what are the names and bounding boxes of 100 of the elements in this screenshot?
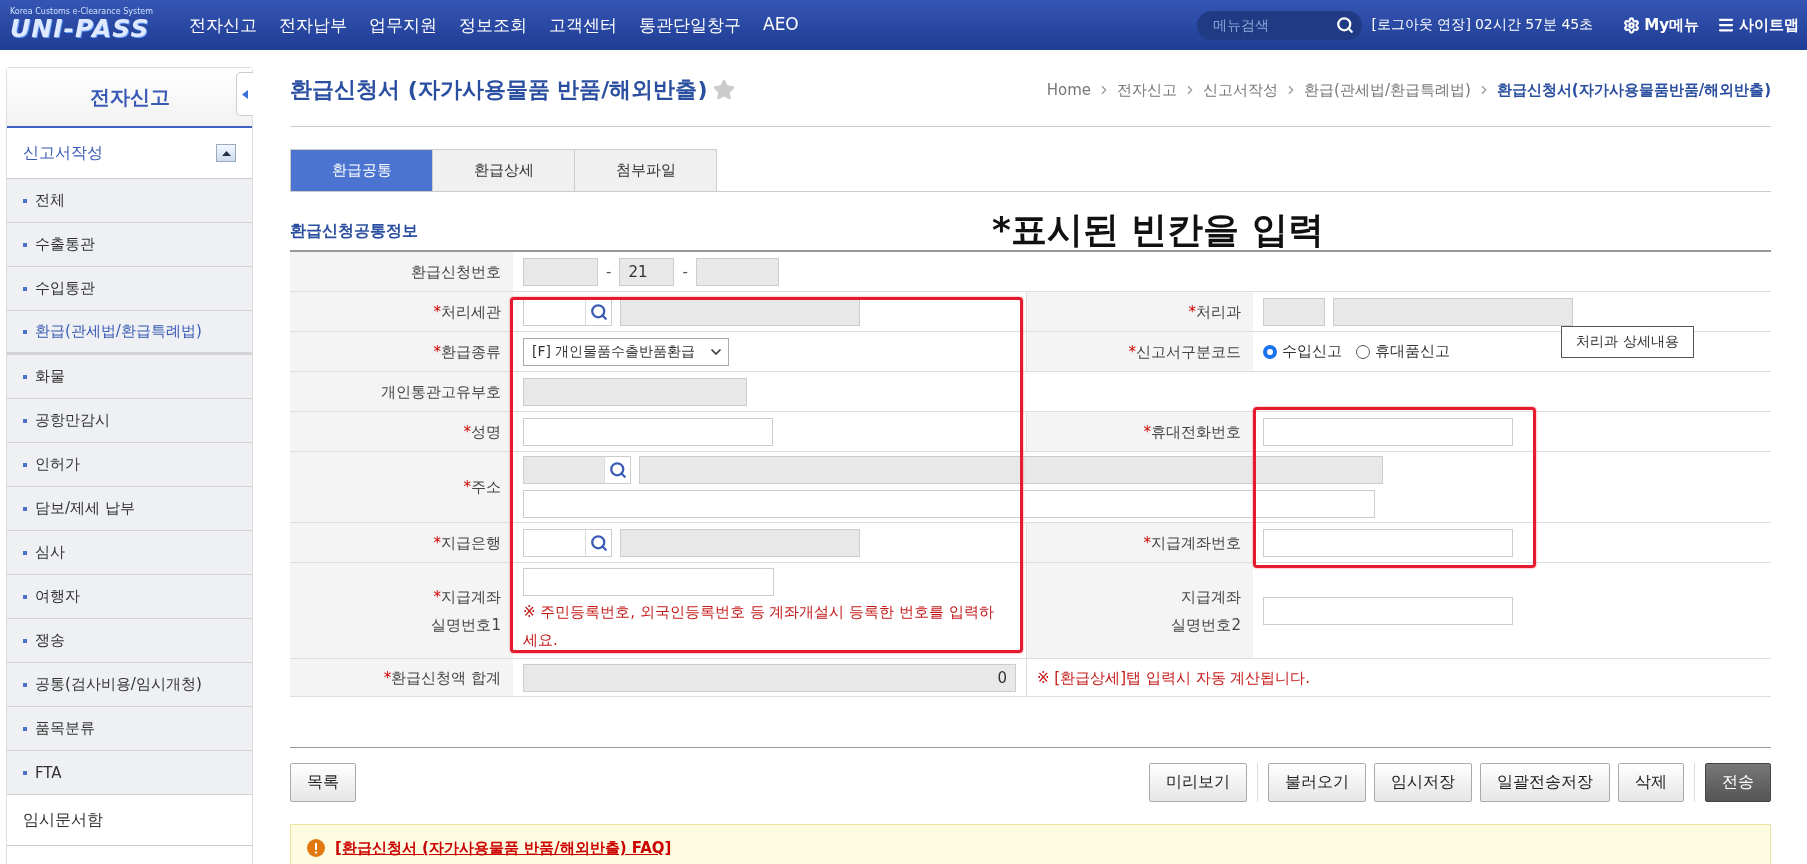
input-field[interactable] (523, 567, 774, 596)
page-title: 환급신청서 (자가사용물품 반품/해외반출) (290, 76, 708, 104)
faq-link[interactable]: [환급신청서 (자가사용물품 반품/해외반출) FAQ] (335, 839, 672, 858)
field-label: 개인통관고유부호 (290, 372, 513, 411)
expand-toggle[interactable] (216, 144, 236, 162)
caret-icon (221, 150, 231, 156)
annotation-text: *표시된 빈칸을 입력 (992, 210, 1324, 250)
action-button[interactable]: 목록 (290, 763, 356, 802)
lookup-field[interactable] (523, 528, 612, 557)
readonly-field[interactable] (1333, 297, 1573, 326)
field-label: 지급계좌 실명번호2 (1026, 563, 1253, 658)
refund-type-select[interactable]: [F] 개인물품수출반품환급 (523, 337, 729, 366)
nav-item[interactable]: 전자신고 (189, 13, 257, 37)
collapse-button[interactable] (236, 72, 253, 116)
logo[interactable]: Korea Customs e-Clearance System UNI-PASS (10, 8, 175, 42)
input-field[interactable] (1263, 417, 1513, 446)
field-label: *주소 (290, 452, 513, 522)
sidebar-title: 전자신고 (89, 83, 170, 111)
notice-text: ※ 주민등록번호, 외국인등록번호 등 계좌개설시 등록한 번호를 입력하세요. (523, 601, 995, 651)
input-field[interactable] (1263, 596, 1513, 625)
sidebar-item[interactable]: 담보/제세 납부 (7, 487, 252, 531)
field-label: *처리과 (1026, 292, 1253, 331)
breadcrumb-link[interactable]: 환급신청서(자가사용물품반품/해외반출) (1496, 80, 1771, 100)
warning-icon (307, 839, 325, 857)
action-button[interactable]: 미리보기 (1149, 763, 1247, 802)
readonly-field[interactable] (620, 528, 860, 557)
sidebar-item[interactable]: 품목분류 (7, 707, 252, 751)
readonly-field[interactable] (695, 257, 779, 286)
readonly-field[interactable] (523, 377, 747, 406)
section-title: 환급신청공통정보 (290, 221, 418, 242)
readonly-field[interactable]: 21 (619, 257, 675, 286)
input-field[interactable] (523, 490, 1375, 518)
search-icon (608, 461, 627, 479)
nav-item[interactable]: 정보조회 (459, 13, 527, 37)
sidebar-item[interactable]: 임시문서함 (7, 795, 252, 846)
tab[interactable]: 첨부파일 (574, 149, 717, 191)
field-label: *지급계좌번호 (1026, 523, 1253, 562)
field-label: *성명 (290, 412, 513, 451)
tab[interactable]: 환급공통 (290, 149, 433, 191)
breadcrumb-link[interactable]: 환급(관세법/환급특례법) (1304, 80, 1471, 100)
search-field[interactable]: 메뉴검색 (1196, 10, 1362, 40)
menu-icon (1717, 16, 1735, 34)
sidebar-item[interactable]: 수출통관 (7, 223, 252, 267)
nav-item[interactable]: 업무지원 (369, 13, 437, 37)
section-label[interactable]: 신고서작성 (23, 142, 103, 164)
my-menu-link[interactable]: My메뉴 (1623, 15, 1699, 35)
star-icon[interactable] (713, 79, 736, 101)
readonly-field[interactable]: 0 (523, 663, 1016, 692)
radio-option[interactable]: 휴대품신고 (1356, 342, 1450, 361)
settings-icon (1623, 16, 1641, 34)
action-button[interactable]: 삭제 (1618, 763, 1684, 802)
sidebar-item[interactable]: 공항만감시 (7, 399, 252, 443)
sitemap-link[interactable]: 사이트맵 (1717, 15, 1799, 35)
sidebar-item[interactable]: 수입통관 (7, 267, 252, 311)
action-button[interactable]: 임시저장 (1374, 763, 1472, 802)
nav-item[interactable]: 전자납부 (279, 13, 347, 37)
breadcrumb-link[interactable]: Home (1046, 81, 1092, 99)
search-input[interactable]: 메뉴검색 (1210, 16, 1336, 34)
sidebar-item[interactable]: 심사 (7, 531, 252, 575)
input-field[interactable] (1263, 528, 1513, 557)
input-field[interactable] (523, 417, 773, 446)
caret-icon (242, 89, 248, 99)
sidebar-item[interactable]: 환급(관세법/환급특례법) (7, 311, 252, 355)
breadcrumb-link[interactable]: 전자신고 (1117, 80, 1178, 100)
nav-item[interactable]: 고객센터 (549, 13, 617, 37)
action-button[interactable]: 전송 (1705, 763, 1771, 802)
sidebar-item[interactable]: 전체 (7, 179, 252, 223)
logout-extend-link[interactable]: [로그아웃 연장] (1371, 16, 1471, 34)
field-label: *환급종류 (290, 332, 513, 371)
nav-item[interactable]: AEO (763, 13, 799, 37)
field-label: *환급신청액 합계 (290, 659, 513, 696)
session-timer: 02시간 57분 45초 (1474, 16, 1594, 34)
search-icon (589, 302, 608, 321)
nav-item[interactable]: 통관단일창구 (639, 13, 741, 37)
search-icon (589, 533, 608, 552)
separator-text: - (682, 262, 688, 281)
sidebar-item[interactable]: 여행자 (7, 575, 252, 619)
sidebar-item[interactable]: 인허가 (7, 443, 252, 487)
field-label: *지급계좌 실명번호1 (290, 563, 513, 658)
field-label: *지급은행 (290, 523, 513, 562)
field-label: *휴대전화번호 (1026, 412, 1253, 451)
action-button[interactable]: 일괄전송저장 (1480, 763, 1610, 802)
readonly-field[interactable] (639, 456, 1383, 484)
radio-option[interactable]: 수입신고 (1263, 342, 1342, 361)
sidebar-item[interactable]: FTA (7, 751, 252, 795)
sidebar-item[interactable]: 화물 (7, 355, 252, 399)
sidebar-item[interactable]: 쟁송 (7, 619, 252, 663)
field-label: 환급신청번호 (290, 252, 513, 291)
search-button[interactable] (604, 457, 630, 483)
breadcrumb-link[interactable]: 신고서작성 (1203, 80, 1279, 100)
field-label: *신고서구분코드 (1026, 332, 1253, 371)
lookup-field[interactable] (523, 456, 631, 484)
separator-text: - (606, 262, 612, 281)
sidebar-item[interactable]: 공통(검사비용/임시개청) (7, 663, 252, 707)
readonly-field[interactable] (523, 257, 598, 286)
tooltip: 처리과 상세내용 (1561, 326, 1694, 358)
search-icon[interactable] (1335, 16, 1354, 34)
tab[interactable]: 환급상세 (432, 149, 575, 191)
readonly-field[interactable] (1263, 297, 1325, 326)
action-button[interactable]: 불러오기 (1268, 763, 1366, 802)
